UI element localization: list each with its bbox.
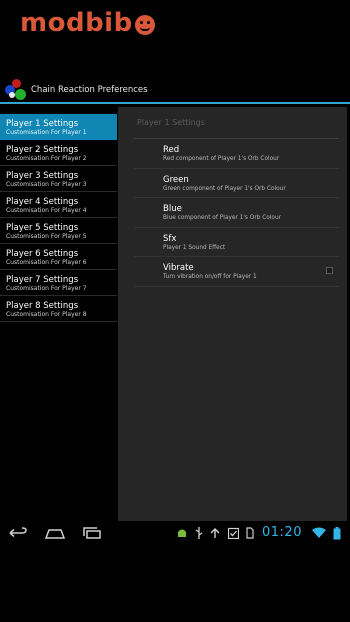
pref-vibrate[interactable]: Vibrate Turn vibration on/off for Player… — [134, 257, 339, 287]
pref-summary: Red component of Player 1's Orb Colour — [163, 156, 280, 162]
header-title: Player 4 Settings — [6, 197, 79, 207]
brand-logo: modbib — [20, 6, 155, 40]
header-summary: Customisation For Player 8 — [6, 311, 87, 318]
header-summary: Customisation For Player 6 — [6, 259, 87, 266]
pref-title: Red — [163, 145, 180, 155]
wifi-icon — [312, 527, 326, 538]
pref-title: Green — [163, 174, 189, 185]
pref-green[interactable]: Green Green component of Player 1's Orb … — [134, 169, 339, 198]
pref-sfx[interactable]: Sfx Player 1 Sound Effect — [134, 228, 339, 257]
category-title: Player 1 Settings — [137, 118, 205, 127]
header-player-6[interactable]: Player 6 Settings Customisation For Play… — [0, 244, 117, 270]
pref-title: Sfx — [163, 233, 177, 244]
header-summary: Customisation For Player 2 — [6, 155, 87, 162]
app-title: Chain Reaction Preferences — [31, 85, 148, 95]
header-summary: Customisation For Player 5 — [6, 233, 87, 240]
pref-blue[interactable]: Blue Blue component of Player 1's Orb Co… — [134, 198, 339, 228]
pref-summary: Player 1 Sound Effect — [163, 244, 226, 251]
usb-icon — [195, 527, 203, 539]
screen: modbib Chain Reaction Preferences Player… — [0, 0, 350, 622]
orbs-icon[interactable] — [5, 79, 27, 101]
system-bar: 01:20 — [0, 521, 350, 547]
header-player-5[interactable]: Player 5 Settings Customisation For Play… — [0, 218, 117, 244]
header-title: Player 6 Settings — [6, 249, 79, 259]
download-done-icon — [228, 527, 239, 539]
clock: 01:20 — [262, 525, 302, 540]
header-title: Player 2 Settings — [6, 145, 79, 155]
header-player-3[interactable]: Player 3 Settings Customisation For Play… — [0, 166, 117, 192]
header-title: Player 8 Settings — [6, 301, 79, 311]
header-player-8[interactable]: Player 8 Settings Customisation For Play… — [0, 296, 117, 322]
preference-list: Red Red component of Player 1's Orb Colo… — [134, 139, 339, 287]
battery-icon — [333, 527, 341, 540]
pref-red[interactable]: Red Red component of Player 1's Orb Colo… — [134, 139, 339, 169]
settings-panel: Player 1 Settings Red Red component of P… — [118, 107, 347, 521]
header-title: Player 1 Settings — [6, 119, 79, 129]
action-bar: Chain Reaction Preferences — [0, 78, 350, 102]
back-icon[interactable] — [8, 527, 28, 539]
pref-summary: Turn vibration on/off for Player 1 — [163, 274, 257, 280]
header-player-2[interactable]: Player 2 Settings Customisation For Play… — [0, 140, 117, 166]
header-title: Player 5 Settings — [6, 223, 79, 233]
header-title: Player 7 Settings — [6, 275, 79, 285]
header-title: Player 3 Settings — [6, 171, 79, 181]
preference-headers: Player 1 Settings Customisation For Play… — [0, 114, 117, 322]
action-bar-divider — [0, 102, 350, 104]
pref-summary: Green component of Player 1's Orb Colour — [163, 185, 286, 192]
header-summary: Customisation For Player 3 — [6, 181, 87, 188]
header-summary: Customisation For Player 4 — [6, 207, 87, 214]
pref-title: Blue — [163, 204, 182, 214]
android-debug-icon — [178, 529, 186, 537]
pref-summary: Blue component of Player 1's Orb Colour — [163, 215, 282, 221]
header-player-4[interactable]: Player 4 Settings Customisation For Play… — [0, 192, 117, 218]
header-player-1[interactable]: Player 1 Settings Customisation For Play… — [0, 114, 117, 140]
pref-title: Vibrate — [163, 263, 194, 273]
brand-text: modbib — [20, 8, 133, 38]
header-summary: Customisation For Player 1 — [6, 129, 87, 136]
recent-apps-icon[interactable] — [82, 527, 102, 539]
header-summary: Customisation For Player 7 — [6, 285, 87, 292]
upload-icon — [210, 528, 220, 538]
smiley-logo-icon — [134, 15, 155, 35]
vibrate-checkbox[interactable] — [326, 267, 333, 274]
header-player-7[interactable]: Player 7 Settings Customisation For Play… — [0, 270, 117, 296]
sd-card-icon — [246, 527, 254, 539]
home-icon[interactable] — [45, 527, 65, 539]
